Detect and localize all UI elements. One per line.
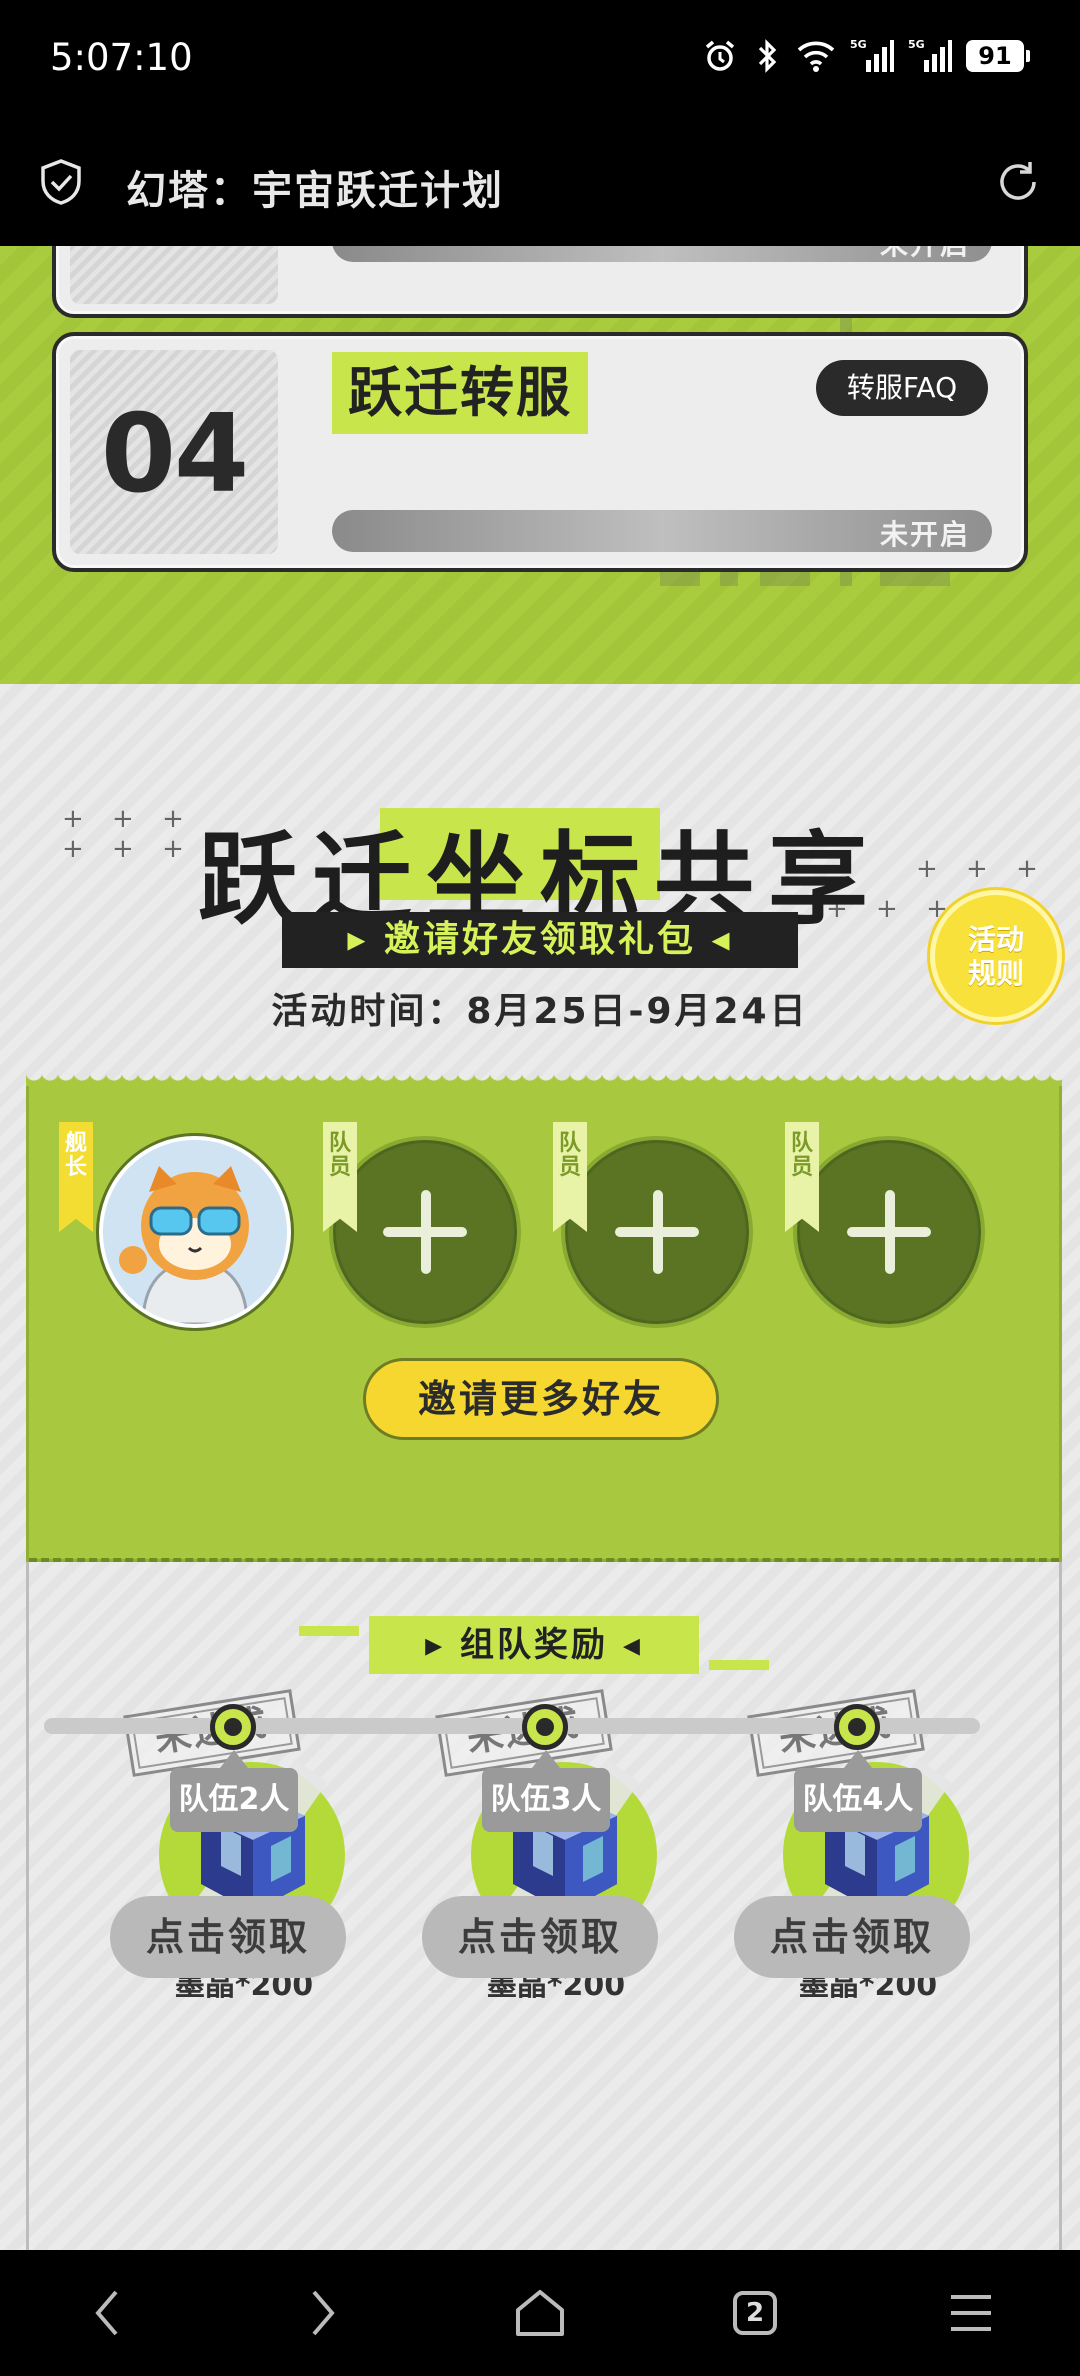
- team-leader-avatar[interactable]: [99, 1136, 291, 1328]
- share-title: 跃迁坐标共享: [90, 794, 990, 938]
- invite-more-friends-button[interactable]: 邀请更多好友: [363, 1358, 719, 1440]
- step-title: 跃迁转服: [332, 352, 588, 434]
- tab-count: 2: [745, 2298, 765, 2328]
- refresh-icon[interactable]: [994, 158, 1042, 206]
- status-time: 5:07:10: [50, 36, 193, 79]
- role-tag-member: 队员: [785, 1122, 819, 1232]
- role-tag-member: 队员: [553, 1122, 587, 1232]
- header-decoration: [709, 1660, 769, 1670]
- claim-reward-button-3[interactable]: 点击领取: [734, 1896, 970, 1978]
- web-content[interactable]: 未开启 04 跃迁转服 转服FAQ 未开启 + + ++ + + + + + +…: [0, 246, 1080, 2250]
- battery-indicator: 91: [966, 40, 1030, 72]
- team-size-label: 队伍3人: [482, 1768, 610, 1832]
- cellular-signal-icon-2: 5G: [908, 38, 952, 72]
- forward-icon: [312, 2290, 335, 2336]
- transfer-faq-button[interactable]: 转服FAQ: [816, 360, 988, 416]
- add-member-icon: [615, 1190, 699, 1274]
- forward-button[interactable]: [288, 2280, 358, 2346]
- step-number: 04: [100, 392, 249, 517]
- step-progress-bar: 未开启: [332, 510, 992, 552]
- team-panel: 舰长 队员 队员 队员 邀请更多好友: [26, 1072, 1062, 1562]
- rules-label-line2: 规则: [967, 957, 1024, 990]
- team-reward-header: ▸ 组队奖励 ◂: [369, 1616, 699, 1674]
- menu-button[interactable]: [936, 2280, 1006, 2346]
- step-status-label: 未开启: [879, 518, 970, 551]
- header-decoration: [299, 1626, 359, 1636]
- role-tag-member: 队员: [323, 1122, 357, 1232]
- role-tag-leader: 舰长: [59, 1122, 93, 1232]
- member-slot-3[interactable]: [561, 1136, 753, 1328]
- progress-node-4: [834, 1704, 880, 1750]
- status-bar: 5:07:10 5G 5G 91: [0, 0, 1080, 118]
- zigzag-edge: [26, 1072, 1062, 1086]
- cellular-signal-icon: 5G: [850, 38, 894, 72]
- team-size-label: 队伍4人: [794, 1768, 922, 1832]
- avatar-character: [103, 1140, 287, 1324]
- svg-text:5G: 5G: [850, 38, 867, 51]
- add-member-icon: [847, 1190, 931, 1274]
- progress-node-2: [210, 1704, 256, 1750]
- member-slot-4[interactable]: [793, 1136, 985, 1328]
- rules-label-line1: 活动: [967, 923, 1024, 956]
- home-icon: [516, 2290, 564, 2336]
- step-status-label: 未开启: [880, 246, 970, 263]
- progress-node-3: [522, 1704, 568, 1750]
- step-progress-bar: 未开启: [332, 246, 992, 262]
- step-card-03: 未开启: [52, 246, 1028, 318]
- title-bar: 幻塔：宇宙跃迁计划: [0, 118, 1080, 246]
- menu-icon: [951, 2295, 991, 2331]
- back-button[interactable]: [72, 2280, 142, 2346]
- wifi-icon: [797, 41, 835, 72]
- page-title: 幻塔：宇宙跃迁计划: [126, 168, 504, 214]
- add-member-icon: [383, 1190, 467, 1274]
- step-card-04: 04 跃迁转服 转服FAQ 未开启: [52, 332, 1028, 572]
- shield-check-icon[interactable]: [38, 158, 84, 206]
- bluetooth-icon: [758, 39, 777, 73]
- steps-section: 未开启 04 跃迁转服 转服FAQ 未开启: [0, 246, 1080, 684]
- claim-reward-button-2[interactable]: 点击领取: [422, 1896, 658, 1978]
- step-number-box: 04: [70, 350, 278, 554]
- step-number-box: [70, 246, 278, 304]
- svg-text:5G: 5G: [908, 38, 925, 51]
- claim-reward-button-1[interactable]: 点击领取: [110, 1896, 346, 1978]
- member-slot-2[interactable]: [329, 1136, 521, 1328]
- alarm-icon: [705, 40, 735, 71]
- home-button[interactable]: [505, 2280, 575, 2346]
- activity-rules-button[interactable]: 活动 规则: [930, 890, 1062, 1022]
- share-subtitle: ▸ 邀请好友领取礼包 ◂: [282, 912, 798, 968]
- status-icons: 5G 5G 91: [702, 38, 1030, 74]
- tabs-button[interactable]: 2: [720, 2280, 790, 2346]
- back-icon: [95, 2290, 118, 2336]
- activity-time: 活动时间：8月25日-9月24日: [271, 991, 809, 1032]
- team-size-label: 队伍2人: [170, 1768, 298, 1832]
- browser-bottom-nav: 2: [0, 2250, 1080, 2376]
- coordinate-share-section: + + + + + + + + + + + + + 跃迁坐标共享 ▸ 邀请好友领取…: [0, 684, 1080, 2250]
